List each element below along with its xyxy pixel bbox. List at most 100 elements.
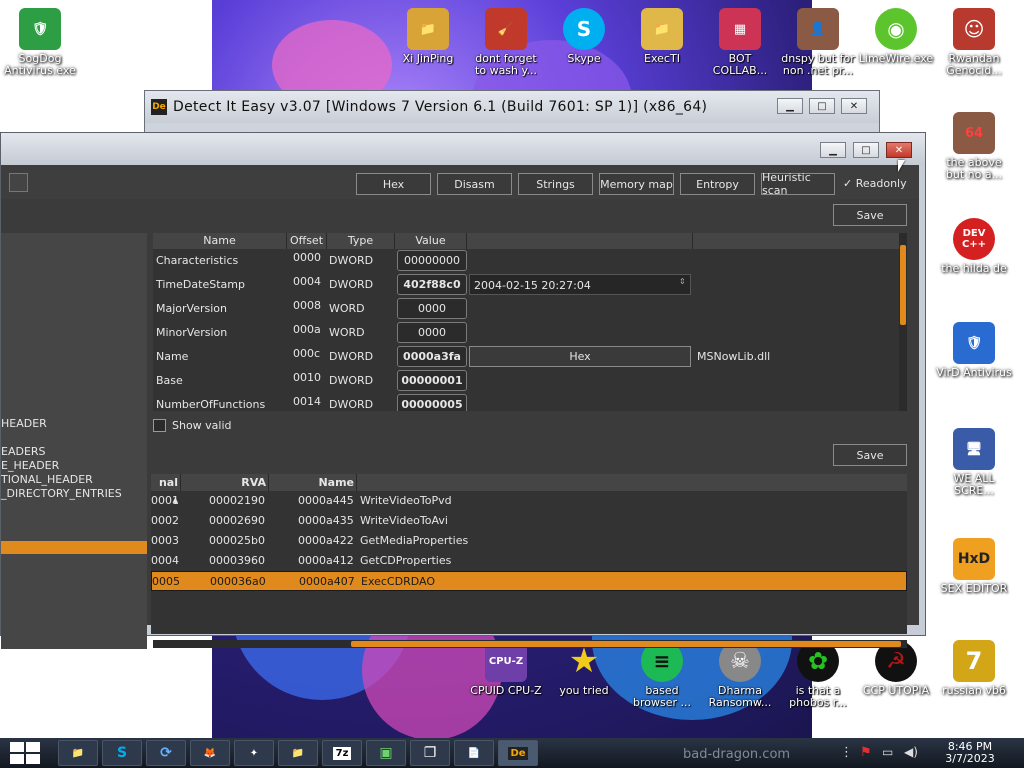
- taskbar-app-window[interactable]: ▣: [366, 740, 406, 766]
- scrollbar-thumb[interactable]: [351, 641, 901, 647]
- minimize-button[interactable]: ▁: [820, 142, 846, 158]
- show-valid-checkbox[interactable]: Show valid: [153, 419, 232, 432]
- desktop-icon-cpuz[interactable]: CPU-Z CPUID CPU-Z: [468, 640, 544, 697]
- overflow-dots-icon[interactable]: ⋮: [840, 745, 853, 760]
- export-viewer-window[interactable]: ▁ □ ✕ Hex Disasm Strings Memory map Entr…: [0, 132, 926, 649]
- readonly-checkbox[interactable]: ✓ Readonly: [843, 177, 907, 190]
- structure-tree[interactable]: HEADER EADERS E_HEADER TIONAL_HEADER _DI…: [1, 233, 147, 649]
- start-button[interactable]: [10, 742, 40, 764]
- network-icon[interactable]: ▭: [882, 745, 893, 759]
- desktop-icon-dnspy[interactable]: 👤 dnspy but for non .net pr...: [780, 8, 856, 77]
- desktop-icon-rwandan[interactable]: ☺ Rwandan Genocid...: [936, 8, 1012, 77]
- tree-item[interactable]: TIONAL_HEADER: [1, 473, 93, 486]
- desktop-icon-sogdog[interactable]: 🛡 SogDog Antivirus.exe: [2, 8, 78, 77]
- taskbar-app-stack[interactable]: ❐: [410, 740, 450, 766]
- save-button[interactable]: Save: [833, 444, 907, 466]
- tree-item[interactable]: EADERS: [1, 445, 46, 458]
- taskbar-7zip[interactable]: 7z: [322, 740, 362, 766]
- field-value[interactable]: 402f88c0: [397, 274, 467, 295]
- desktop-icon-you-tried[interactable]: ★ you tried: [546, 640, 622, 697]
- toolbar-stub-button[interactable]: [9, 173, 28, 192]
- desktop-icon-devcpp[interactable]: DEV C++ the hilda de: [936, 218, 1012, 275]
- table-row[interactable]: MajorVersion 0008 WORD 0000: [153, 297, 899, 321]
- column-header-value[interactable]: Value: [395, 233, 467, 249]
- table-row[interactable]: Base 0010 DWORD 00000001: [153, 369, 899, 393]
- heuristic-scan-button[interactable]: Heuristic scan: [761, 171, 835, 197]
- field-value[interactable]: 00000000: [397, 250, 467, 271]
- taskbar-folder[interactable]: 📁: [278, 740, 318, 766]
- tree-item[interactable]: _DIRECTORY_ENTRIES: [1, 487, 122, 500]
- export-functions-table[interactable]: nal ▴ RVA Name 0001 00002190 0000a445 Wr…: [151, 474, 907, 634]
- close-button[interactable]: ✕: [841, 98, 867, 114]
- desktop-icon-based-browser[interactable]: ≡ based browser ...: [624, 640, 700, 709]
- table-row-selected[interactable]: 0005 000036a0 0000a407 ExecCDRDAO: [151, 571, 907, 591]
- background-window-titlebar[interactable]: De Detect It Easy v3.07 [Windows 7 Versi…: [145, 91, 879, 123]
- desktop-icon-execti[interactable]: 📁 ExecTI: [624, 8, 700, 65]
- front-window-titlebar[interactable]: [1, 133, 925, 165]
- table-row[interactable]: 0002 00002690 0000a435 WriteVideoToAvi: [151, 511, 907, 531]
- desktop-icon-russian-vb6[interactable]: 7 russian vb6: [936, 640, 1012, 697]
- field-value[interactable]: 0000a3fa: [397, 346, 467, 367]
- table-row[interactable]: TimeDateStamp 0004 DWORD 402f88c0 2004-0…: [153, 273, 899, 297]
- hex-button[interactable]: Hex: [356, 173, 431, 195]
- desktop-icon-phobos[interactable]: ✿ is that a phobos r...: [780, 640, 856, 709]
- desktop-icon-dharma[interactable]: ☠ Dharma Ransomw...: [702, 640, 778, 709]
- volume-icon[interactable]: ◀): [904, 745, 918, 759]
- header-table-scrollbar[interactable]: [899, 233, 907, 411]
- desktop-icon-bot-collab[interactable]: ▦ BOT COLLAB...: [702, 8, 778, 77]
- desktop-icon-limewire[interactable]: ◉ LimeWire.exe: [858, 8, 934, 65]
- tree-item[interactable]: E_HEADER: [1, 459, 59, 472]
- taskbar-firefox[interactable]: 🦊: [190, 740, 230, 766]
- memory-map-button[interactable]: Memory map: [599, 173, 674, 195]
- scrollbar-thumb[interactable]: [900, 245, 906, 325]
- close-button[interactable]: ✕: [886, 142, 912, 158]
- strings-button[interactable]: Strings: [518, 173, 593, 195]
- taskbar-die[interactable]: De: [498, 740, 538, 766]
- taskbar-skype[interactable]: S: [102, 740, 142, 766]
- column-header-name[interactable]: Name: [153, 233, 287, 249]
- table-row[interactable]: Name 000c DWORD 0000a3fa Hex MSNowLib.dl…: [153, 345, 899, 369]
- entropy-button[interactable]: Entropy: [680, 173, 755, 195]
- column-header-offset[interactable]: Offset: [287, 233, 327, 249]
- desktop-icon-ccleaner[interactable]: 🧹 dont forget to wash y...: [468, 8, 544, 77]
- checkbox-box[interactable]: [153, 419, 166, 432]
- field-value[interactable]: 00000001: [397, 370, 467, 391]
- minimize-button[interactable]: ▁: [777, 98, 803, 114]
- taskbar-explorer[interactable]: 📁: [58, 740, 98, 766]
- field-value[interactable]: 0000: [397, 298, 467, 319]
- taskbar-notepad[interactable]: 📄: [454, 740, 494, 766]
- table-row[interactable]: NumberOfFunctions 0014 DWORD 00000005: [153, 393, 899, 411]
- column-header-type[interactable]: Type: [327, 233, 395, 249]
- disasm-button[interactable]: Disasm: [437, 173, 512, 195]
- desktop-icon-we-all-scream[interactable]: 🖥 WE ALL SCRE...: [936, 428, 1012, 497]
- action-center-flag-icon[interactable]: ⚑: [860, 745, 872, 760]
- export-table-scrollbar[interactable]: [153, 640, 907, 648]
- tree-item-selected[interactable]: [1, 541, 147, 554]
- desktop-icon-the-above[interactable]: 64 the above but no a...: [936, 112, 1012, 181]
- column-header-name[interactable]: Name: [269, 474, 357, 491]
- system-clock[interactable]: 8:46 PM 3/7/2023: [930, 741, 1010, 765]
- export-header-table[interactable]: Name Offset Type Value Characteristics 0…: [153, 233, 899, 411]
- timestamp-field[interactable]: 2004-02-15 20:27:04: [469, 274, 691, 295]
- spinner-icon[interactable]: ⇕: [679, 277, 686, 286]
- save-button[interactable]: Save: [833, 204, 907, 226]
- desktop-icon-skype[interactable]: S Skype: [546, 8, 622, 65]
- column-header-rva[interactable]: RVA: [181, 474, 269, 491]
- table-row[interactable]: Characteristics 0000 DWORD 00000000: [153, 249, 899, 273]
- desktop-icon-vird[interactable]: 🛡 VirD Antivirus: [936, 322, 1012, 379]
- hex-view-button[interactable]: Hex: [469, 346, 691, 367]
- column-header-ordinal[interactable]: nal ▴: [151, 474, 181, 506]
- panel-splitter[interactable]: [151, 411, 909, 417]
- taskbar-app-spider[interactable]: ✦: [234, 740, 274, 766]
- table-row[interactable]: 0001 00002190 0000a445 WriteVideoToPvd: [151, 491, 907, 511]
- taskbar-app-refresh[interactable]: ⟳: [146, 740, 186, 766]
- tree-item[interactable]: HEADER: [1, 417, 47, 430]
- maximize-button[interactable]: □: [809, 98, 835, 114]
- maximize-button[interactable]: □: [853, 142, 879, 158]
- field-value[interactable]: 00000005: [397, 394, 467, 411]
- table-row[interactable]: 0004 00003960 0000a412 GetCDProperties: [151, 551, 907, 571]
- desktop-icon-hxd[interactable]: HxD SEX EDITOR: [936, 538, 1012, 595]
- field-value[interactable]: 0000: [397, 322, 467, 343]
- table-row[interactable]: MinorVersion 000a WORD 0000: [153, 321, 899, 345]
- table-row[interactable]: 0003 000025b0 0000a422 GetMediaPropertie…: [151, 531, 907, 551]
